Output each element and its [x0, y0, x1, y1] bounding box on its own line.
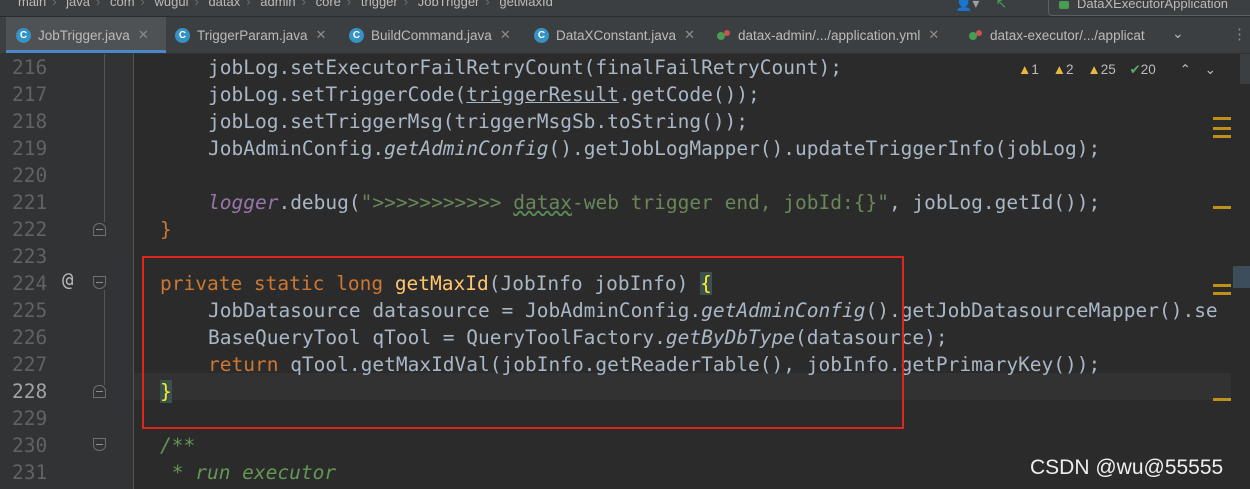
line-number-gutter: 216 217 218 219 220 221 222 223 224 225 …: [0, 54, 134, 489]
stripe-marker[interactable]: [1213, 117, 1231, 120]
breadcrumb-getmaxid[interactable]: getMaxId: [499, 0, 552, 9]
tab-label: DataXConstant.java: [556, 27, 677, 43]
line-number: 223: [12, 245, 48, 268]
toolbar-icons: 👤▾ ↖: [955, 0, 1007, 12]
fold-collapse-icon[interactable]: [93, 385, 106, 398]
fold-guide: [104, 54, 105, 222]
java-class-icon: C: [175, 27, 190, 43]
run-config-icon: [1059, 1, 1069, 9]
line-number: 221: [12, 191, 48, 214]
override-annotation-icon[interactable]: @: [62, 269, 73, 291]
tab-executor-application-yml[interactable]: datax-executor/.../applicat: [968, 17, 1145, 53]
java-class-icon: C: [349, 27, 364, 43]
scrollbar-top[interactable]: [1240, 54, 1250, 84]
breadcrumb-java[interactable]: java: [66, 0, 90, 9]
stripe-marker[interactable]: [1213, 206, 1231, 209]
run-configuration-label: DataXExecutorApplication: [1077, 0, 1229, 11]
line-number: 220: [12, 164, 48, 187]
stripe-marker[interactable]: [1213, 284, 1231, 287]
typo-count: 25: [1100, 62, 1116, 77]
code-line-219: JobAdminConfig.getAdminConfig().getJobLo…: [208, 137, 1101, 160]
chevron-up-icon[interactable]: ⌃: [1180, 62, 1191, 77]
tab-label: BuildCommand.java: [371, 27, 492, 43]
breadcrumb-admin[interactable]: admin: [260, 0, 295, 9]
highlight-box: [142, 256, 904, 429]
editor-tab-bar: C JobTrigger.java ✕ C TriggerParam.java …: [0, 17, 1250, 54]
warning-count: 1: [1031, 62, 1039, 77]
tab-label: TriggerParam.java: [197, 27, 308, 43]
line-number: 224: [12, 272, 48, 295]
fold-expand-icon[interactable]: [93, 438, 106, 451]
breadcrumb-com[interactable]: com: [110, 0, 135, 9]
breadcrumb-main[interactable]: main: [18, 0, 46, 9]
stripe-marker[interactable]: [1213, 135, 1231, 138]
java-class-icon: C: [16, 27, 31, 43]
weak-warning-count: 2: [1066, 62, 1074, 77]
fold-guide: [104, 290, 105, 385]
weak-warning-icon: ▲: [1052, 62, 1067, 77]
run-configuration-selector[interactable]: DataXExecutorApplication: [1048, 0, 1250, 16]
code-line-217: jobLog.setTriggerCode(triggerResult.getC…: [208, 83, 760, 106]
close-icon[interactable]: ✕: [316, 27, 327, 43]
warning-icon: ▲: [1018, 62, 1032, 77]
code-line-218: jobLog.setTriggerMsg(triggerMsgSb.toStri…: [208, 110, 749, 133]
stripe-marker[interactable]: [1213, 398, 1231, 401]
stripe-marker[interactable]: [1213, 127, 1231, 130]
tab-jobtrigger[interactable]: C JobTrigger.java ✕: [6, 17, 166, 53]
typo-warning-icon: ▲: [1087, 62, 1101, 77]
user-icon[interactable]: 👤▾: [955, 0, 979, 12]
line-number: 216: [12, 56, 48, 79]
build-hammer-icon[interactable]: ↖: [995, 0, 1007, 12]
line-number: 227: [12, 353, 48, 376]
close-icon[interactable]: ✕: [500, 27, 511, 43]
line-number: 217: [12, 83, 48, 106]
code-line-221: logger.debug(">>>>>>>>>>> datax-web trig…: [208, 191, 1101, 214]
line-number: 218: [12, 110, 48, 133]
close-icon[interactable]: ✕: [684, 27, 695, 43]
chevron-down-icon[interactable]: ⌄: [1172, 25, 1184, 42]
breadcrumb-wugui[interactable]: wugui: [155, 0, 189, 9]
tab-dataxconstant[interactable]: C DataXConstant.java ✕: [534, 17, 695, 53]
tab-admin-application-yml[interactable]: datax-admin/.../application.yml ✕: [716, 17, 939, 53]
line-number: 230: [12, 434, 48, 457]
close-icon[interactable]: ✕: [928, 27, 939, 43]
fold-collapse-icon[interactable]: [93, 223, 106, 236]
yaml-file-icon: [717, 30, 730, 40]
fold-expand-icon[interactable]: [93, 276, 106, 289]
ok-count: 20: [1140, 62, 1156, 77]
tab-label: datax-admin/.../application.yml: [738, 27, 921, 43]
check-icon: ✔: [1129, 62, 1141, 77]
navigation-breadcrumb: main › java › com › wugui › datax › admin › co…: [0, 0, 1250, 16]
line-number: 226: [12, 326, 48, 349]
tab-label: JobTrigger.java: [38, 27, 130, 43]
chevron-down-icon[interactable]: ⌄: [1205, 62, 1216, 77]
line-number: 225: [12, 299, 48, 322]
stripe-marker[interactable]: [1213, 292, 1231, 295]
watermark-text: CSDN @wu@55555: [1030, 456, 1224, 479]
scrollbar-thumb[interactable]: [1233, 266, 1250, 288]
more-vert-icon[interactable]: ⋮: [1232, 25, 1247, 43]
code-line-222: }: [160, 218, 172, 241]
tab-triggerparam[interactable]: C TriggerParam.java ✕: [175, 17, 326, 53]
yaml-file-icon: [969, 30, 982, 40]
tab-buildcommand[interactable]: C BuildCommand.java ✕: [349, 17, 511, 53]
line-number-current: 228: [12, 380, 48, 403]
tab-label: datax-executor/.../applicat: [990, 27, 1145, 43]
line-number: 231: [12, 461, 48, 484]
breadcrumb-core[interactable]: core: [316, 0, 341, 9]
line-number: 219: [12, 137, 48, 160]
line-number: 229: [12, 407, 48, 430]
inspection-widget[interactable]: ▲1 ▲2 ▲25 ✔20 ⌃ ⌄: [1018, 62, 1216, 78]
code-line-230: /**: [160, 434, 196, 457]
breadcrumb-jobtrigger[interactable]: JobTrigger: [418, 0, 480, 9]
java-class-icon: C: [534, 27, 549, 43]
breadcrumb-trigger[interactable]: trigger: [361, 0, 398, 9]
close-icon[interactable]: ✕: [138, 27, 149, 43]
line-number: 222: [12, 218, 48, 241]
breadcrumb-datax[interactable]: datax: [208, 0, 240, 9]
